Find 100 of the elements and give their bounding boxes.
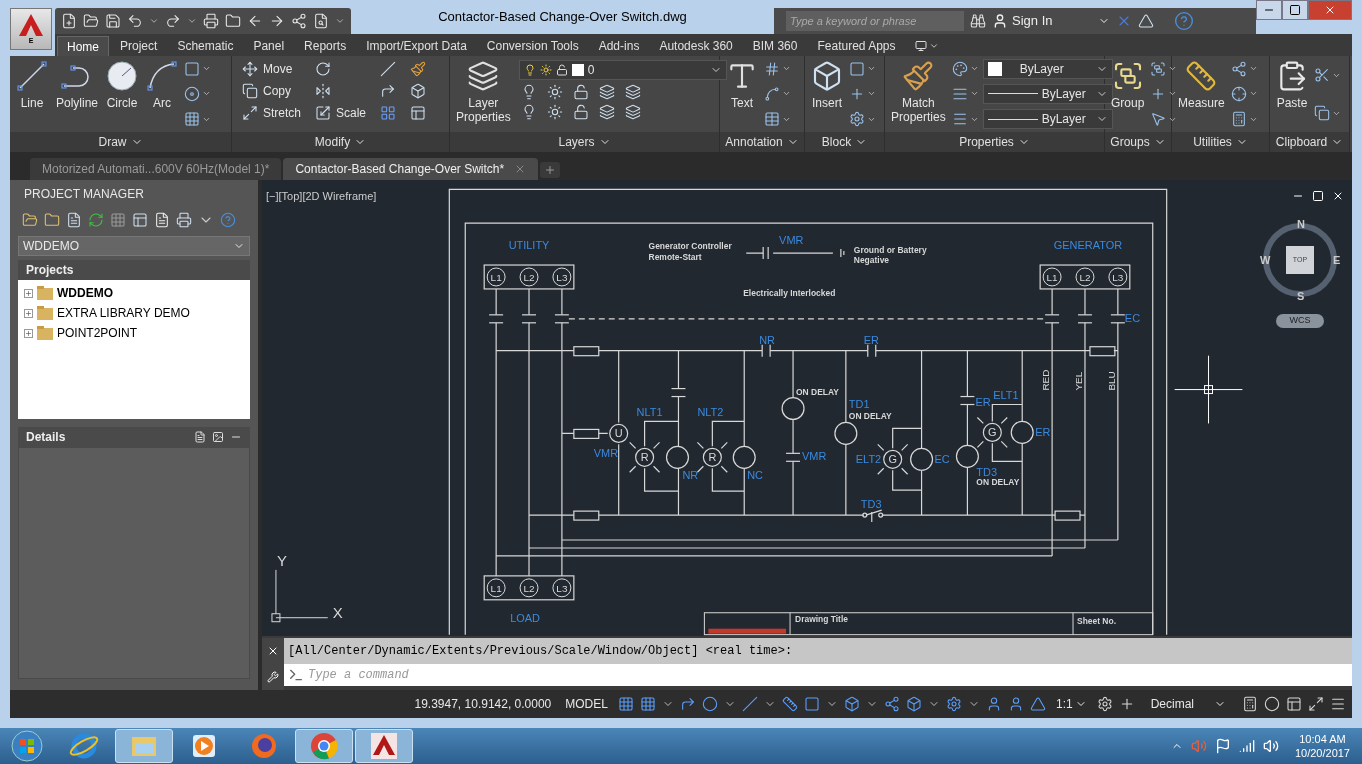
terminal-label: L3 xyxy=(1112,271,1124,283)
terminal-label: L3 xyxy=(556,271,568,283)
terminal-label: L2 xyxy=(523,271,535,283)
clock-time[interactable]: 10:04 AM xyxy=(1299,732,1346,746)
schematic-label: TD1 xyxy=(848,398,870,411)
tree-item[interactable]: WDDEMO xyxy=(24,283,250,303)
panel-title-button[interactable]: Annotation xyxy=(720,132,804,152)
compass-label[interactable]: S xyxy=(1297,288,1305,305)
units-dropdown[interactable]: Decimal xyxy=(1140,695,1236,713)
panel-title: PROJECT MANAGER xyxy=(23,186,145,203)
tree-item[interactable]: EXTRA LIBRARY DEMO xyxy=(24,303,250,323)
terminal-label: L2 xyxy=(1079,271,1091,283)
tool-button[interactable]: Move xyxy=(242,58,301,80)
schematic-label: NR xyxy=(759,333,775,346)
tool-button[interactable]: Polyline xyxy=(52,56,103,132)
schematic-label: ER xyxy=(975,396,991,409)
tool-button[interactable]: Circle xyxy=(102,56,143,132)
schematic-label: VMR xyxy=(802,450,827,463)
schematic-label: VMR xyxy=(593,447,619,460)
scale-dropdown[interactable]: 1:1 xyxy=(1051,695,1091,713)
terminal-label: L3 xyxy=(556,582,568,594)
panel-title-button[interactable]: Layers xyxy=(450,132,719,152)
tool-button[interactable]: Match Properties xyxy=(887,56,950,132)
schematic-label: NR xyxy=(682,469,699,482)
terminal-label: L1 xyxy=(490,271,502,283)
schematic-label: R xyxy=(708,451,717,464)
schematic-label: ON DELAY xyxy=(848,411,892,422)
schematic-label: YEL xyxy=(1073,371,1084,391)
terminal-label: L2 xyxy=(523,582,535,594)
layer-dropdown[interactable]: 0 xyxy=(518,60,727,80)
schematic-label: BLU xyxy=(1105,371,1117,391)
ribbon-tab[interactable]: BIM 360 xyxy=(743,36,807,56)
schematic-label: EC xyxy=(1124,311,1141,324)
schematic-label: ON DELAY xyxy=(796,386,839,397)
tool-button[interactable]: Paste xyxy=(1272,56,1312,132)
schematic-label: U xyxy=(614,427,623,440)
panel-title-button[interactable]: Utilities xyxy=(1172,132,1269,152)
schematic-label: ON DELAY xyxy=(976,477,1020,488)
ribbon-tab[interactable]: Reports xyxy=(295,36,356,56)
ribbon-tab[interactable]: Panel xyxy=(244,36,294,56)
ribbon-tab[interactable]: Featured Apps xyxy=(808,36,905,56)
schematic-label: NLT2 xyxy=(697,406,724,419)
compass-label[interactable]: E xyxy=(1333,252,1341,269)
terminal-label: L1 xyxy=(1046,271,1058,283)
ribbon-tab[interactable]: Schematic xyxy=(168,36,243,56)
property-dropdown[interactable]: ByLayer xyxy=(982,109,1113,130)
schematic-label: NLT1 xyxy=(636,406,663,419)
ribbon-tab[interactable]: Home xyxy=(57,36,109,56)
panel-title-button[interactable]: Modify xyxy=(232,132,449,152)
ribbon-tab[interactable]: Import/Export Data xyxy=(357,36,476,56)
section-header: Projects xyxy=(18,260,250,280)
block-title: GENERATOR xyxy=(1053,239,1123,252)
panel-title-button[interactable]: Clipboard xyxy=(1270,132,1349,152)
schematic-label: Generator Controller xyxy=(648,241,732,252)
panel-title-button[interactable]: Properties xyxy=(885,132,1104,152)
ribbon-tab[interactable]: Autodesk 360 xyxy=(650,36,742,56)
clock-date[interactable]: 10/20/2017 xyxy=(1294,746,1350,760)
schematic-label: R xyxy=(640,451,649,464)
schematic-label: G xyxy=(988,426,997,439)
panel-title-button[interactable]: Groups xyxy=(1105,132,1171,152)
tool-button[interactable]: Measure xyxy=(1174,56,1229,132)
schematic-label: RED xyxy=(1040,369,1052,391)
tool-button[interactable]: Arc xyxy=(142,56,183,132)
sign-in-button[interactable]: Sign In xyxy=(992,11,1110,31)
schematic-label: Drawing Title xyxy=(795,613,848,624)
property-dropdown[interactable]: ByLayer xyxy=(982,58,1113,79)
model-space-button[interactable]: MODEL xyxy=(561,695,612,713)
tool-button[interactable]: Scale xyxy=(315,102,367,124)
ribbon-tab[interactable]: Project xyxy=(111,36,167,56)
ribbon-tab[interactable]: Add-ins xyxy=(589,36,649,56)
axis-label: Y xyxy=(276,551,287,569)
tool-button[interactable]: Layer Properties xyxy=(452,56,515,132)
schematic-label: ELT2 xyxy=(855,453,882,466)
panel-title-button[interactable]: Draw xyxy=(10,132,231,152)
block-title: LOAD xyxy=(510,611,540,624)
tool-button[interactable]: Stretch xyxy=(242,102,301,124)
tree-item[interactable]: POINT2POINT xyxy=(24,323,250,343)
schematic-label: Remote-Start xyxy=(648,252,702,263)
wcs-button[interactable]: WCS xyxy=(1276,314,1324,328)
schematic-label: NC xyxy=(747,469,764,482)
schematic-label: TD3 xyxy=(976,466,998,479)
compass-label[interactable]: N xyxy=(1297,216,1305,233)
tool-button[interactable]: Line xyxy=(12,56,52,132)
tool-button[interactable]: Copy xyxy=(242,80,301,102)
terminal-label: L1 xyxy=(490,582,502,594)
viewport-controls-label[interactable]: [−][Top][2D Wireframe] xyxy=(266,188,377,205)
section-header: Details xyxy=(18,427,250,447)
schematic-label: TD3 xyxy=(860,498,882,511)
panel-title-button[interactable]: Block xyxy=(805,132,884,152)
ribbon-tab[interactable]: Conversion Tools xyxy=(477,36,588,56)
project-select[interactable]: WDDEMO xyxy=(18,236,250,256)
document-tab[interactable]: Contactor-Based Change-Over Switch* xyxy=(283,158,539,180)
schematic-label: ER xyxy=(863,333,879,346)
schematic-label: Sheet No. xyxy=(1077,615,1116,626)
compass-label[interactable]: W xyxy=(1260,252,1271,269)
document-tab[interactable]: Motorized Automati...600V 60Hz(Model 1)* xyxy=(30,158,282,180)
window-title: Contactor-Based Change-Over Switch.dwg xyxy=(438,8,687,27)
schematic-label: G xyxy=(888,453,897,466)
tool-button[interactable]: Insert xyxy=(807,56,847,132)
schematic-label: Electrically Interlocked xyxy=(743,287,836,298)
